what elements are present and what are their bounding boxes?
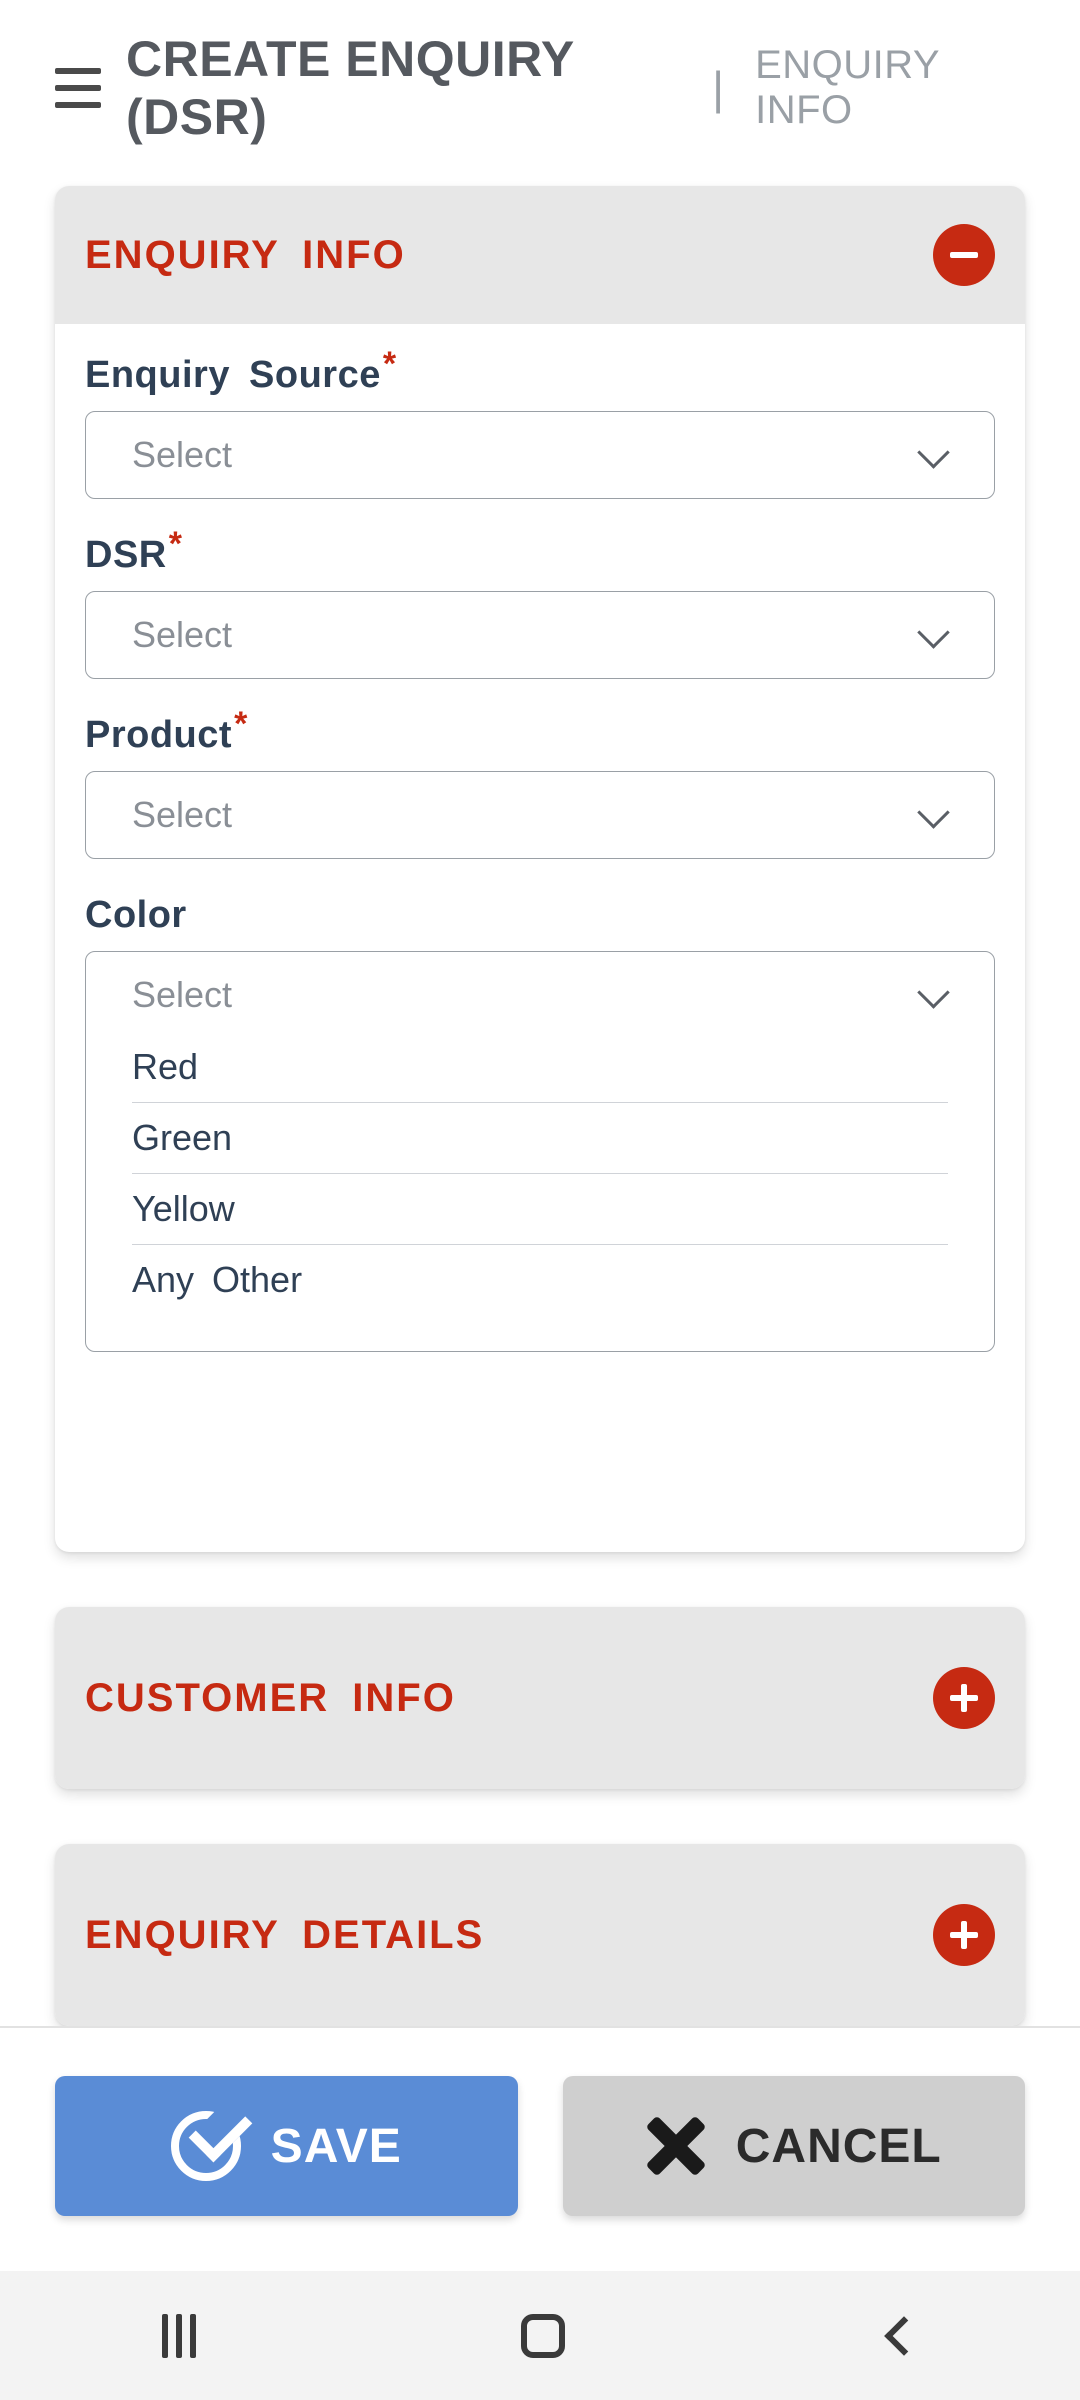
select-placeholder: Select — [132, 614, 232, 656]
option-color[interactable]: Green — [132, 1103, 948, 1174]
collapse-icon[interactable] — [933, 224, 995, 286]
section-header-enquiry-details[interactable]: ENQUIRY DETAILS — [55, 1844, 1025, 2026]
label-enquiry-source: Enquiry Source — [85, 354, 395, 397]
select-placeholder: Select — [132, 434, 232, 476]
page-title: CREATE ENQUIRY (DSR) — [126, 30, 681, 146]
field-dsr: DSR Select — [85, 534, 995, 679]
section-enquiry-info: ENQUIRY INFO Enquiry Source Select DSR S… — [55, 186, 1025, 1552]
check-icon — [171, 2111, 241, 2181]
menu-icon[interactable] — [55, 68, 101, 108]
section-customer-info: CUSTOMER INFO — [55, 1607, 1025, 1789]
option-color[interactable]: Any Other — [132, 1245, 948, 1315]
field-enquiry-source: Enquiry Source Select — [85, 354, 995, 499]
expand-icon[interactable] — [933, 1904, 995, 1966]
nav-back-icon[interactable] — [884, 2316, 924, 2356]
save-button[interactable]: SAVE — [55, 2076, 518, 2216]
chevron-down-icon — [920, 441, 948, 469]
section-header-enquiry-info[interactable]: ENQUIRY INFO — [55, 186, 1025, 324]
field-product: Product Select — [85, 714, 995, 859]
section-title: CUSTOMER INFO — [85, 1676, 456, 1721]
option-color[interactable]: Yellow — [132, 1174, 948, 1245]
select-enquiry-source[interactable]: Select — [85, 411, 995, 499]
nav-recent-icon[interactable] — [162, 2314, 196, 2358]
section-header-customer-info[interactable]: CUSTOMER INFO — [55, 1607, 1025, 1789]
option-color[interactable]: Red — [132, 1032, 948, 1103]
nav-home-icon[interactable] — [521, 2314, 565, 2358]
cancel-label: CANCEL — [736, 2119, 942, 2174]
app-header: CREATE ENQUIRY (DSR) | ENQUIRY INFO — [0, 0, 1080, 186]
chevron-down-icon — [920, 801, 948, 829]
select-color[interactable]: Select Red Green Yellow Any Other — [85, 951, 995, 1352]
select-product[interactable]: Select — [85, 771, 995, 859]
footer-bar: SAVE CANCEL — [0, 2026, 1080, 2271]
close-icon — [646, 2116, 706, 2176]
android-navbar — [0, 2271, 1080, 2400]
field-color: Color Select Red Green Yellow Any Other — [85, 894, 995, 1352]
section-body-enquiry-info: Enquiry Source Select DSR Select Product… — [55, 324, 1025, 1552]
save-label: SAVE — [271, 2119, 402, 2174]
label-product: Product — [85, 714, 246, 757]
section-title: ENQUIRY DETAILS — [85, 1913, 484, 1958]
cancel-button[interactable]: CANCEL — [563, 2076, 1026, 2216]
content-area: ENQUIRY INFO Enquiry Source Select DSR S… — [0, 186, 1080, 2026]
label-color: Color — [85, 894, 187, 937]
section-title: ENQUIRY INFO — [85, 233, 406, 278]
select-dsr[interactable]: Select — [85, 591, 995, 679]
label-dsr: DSR — [85, 534, 180, 577]
expand-icon[interactable] — [933, 1667, 995, 1729]
title-separator: | — [712, 61, 724, 115]
select-placeholder: Select — [132, 974, 232, 1016]
page-subtitle: ENQUIRY INFO — [755, 43, 1025, 133]
select-placeholder: Select — [132, 794, 232, 836]
section-enquiry-details: ENQUIRY DETAILS — [55, 1844, 1025, 2026]
chevron-down-icon — [920, 621, 948, 649]
chevron-down-icon — [920, 981, 948, 1009]
